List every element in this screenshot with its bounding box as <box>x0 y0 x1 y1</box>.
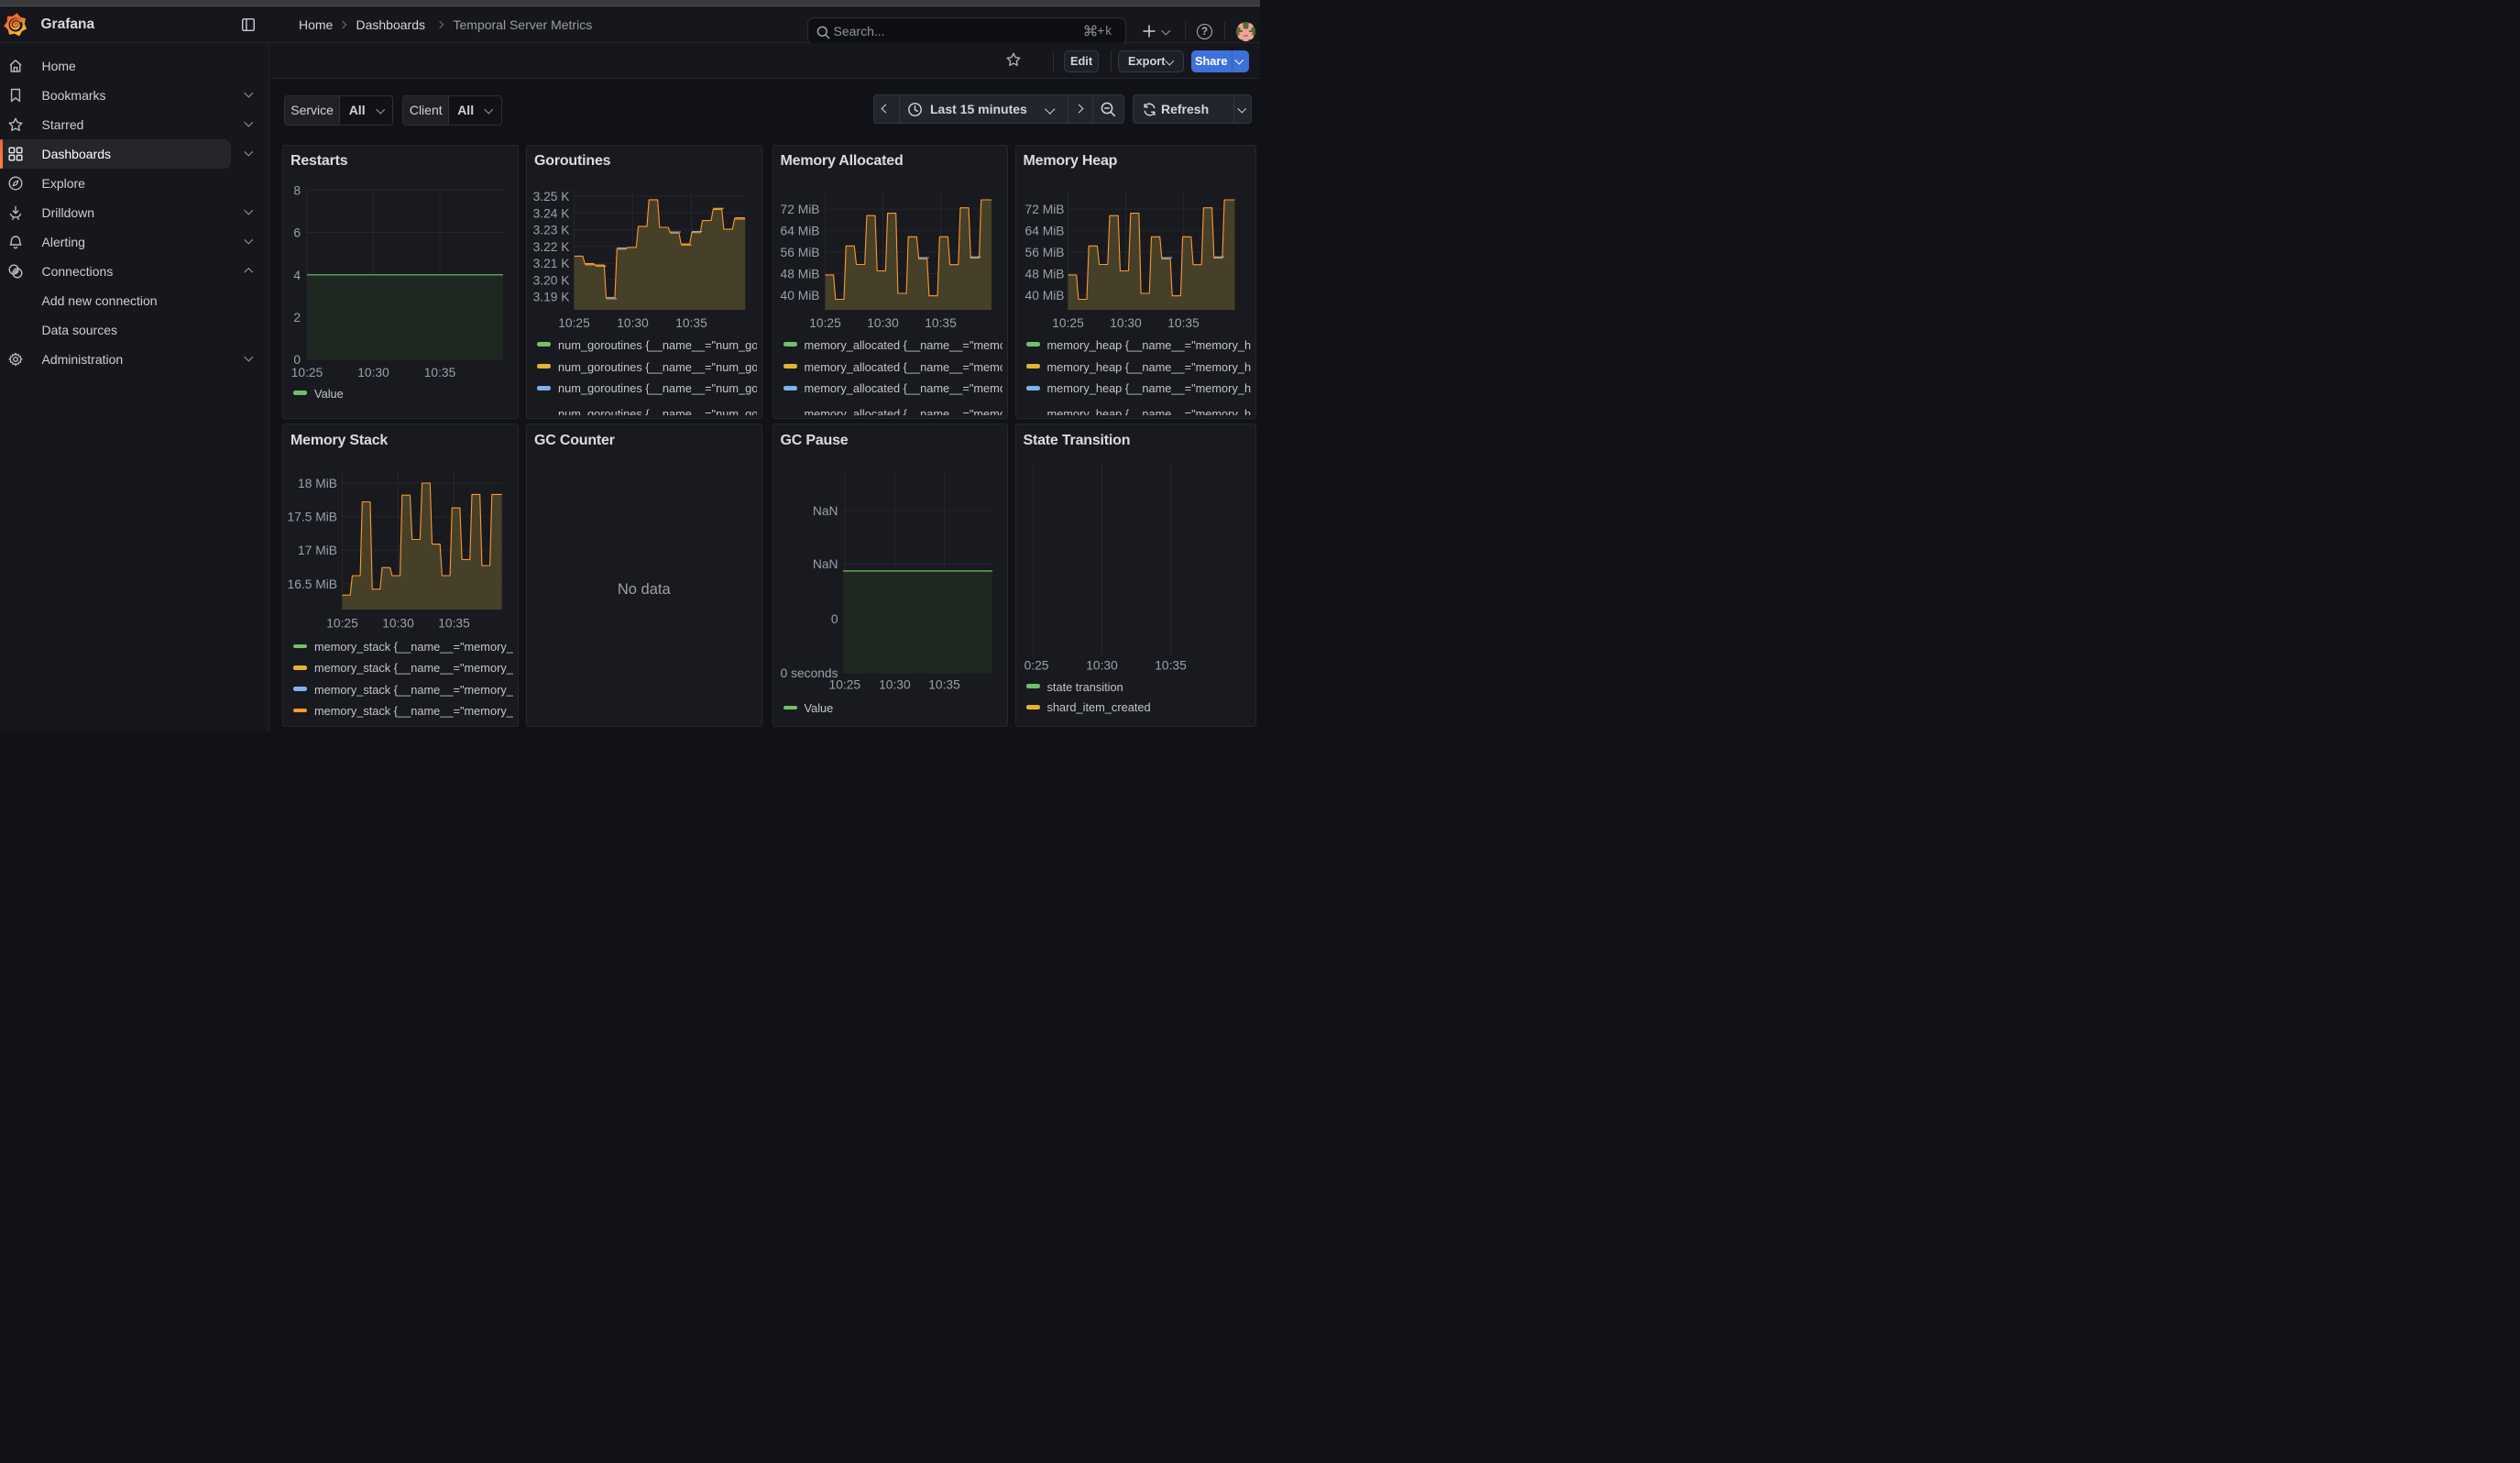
svg-text:2: 2 <box>293 311 301 324</box>
svg-text:10:35: 10:35 <box>1155 659 1187 673</box>
svg-text:17 MiB: 17 MiB <box>298 544 337 557</box>
svg-text:10:35: 10:35 <box>438 617 470 631</box>
svg-text:10:35: 10:35 <box>928 678 960 692</box>
svg-text:18 MiB: 18 MiB <box>298 477 337 490</box>
svg-text:4: 4 <box>293 268 301 281</box>
svg-text:10:30: 10:30 <box>879 678 911 692</box>
svg-text:10:30: 10:30 <box>382 617 414 631</box>
svg-text:0: 0 <box>293 353 301 367</box>
svg-text:10:30: 10:30 <box>1086 659 1118 673</box>
svg-text:10:35: 10:35 <box>424 366 456 380</box>
svg-text:10:25: 10:25 <box>828 678 860 692</box>
svg-text:10:25: 10:25 <box>326 617 358 631</box>
svg-text:NaN: NaN <box>812 504 838 518</box>
svg-text:0:25: 0:25 <box>1024 659 1048 673</box>
svg-text:10:25: 10:25 <box>291 366 323 380</box>
svg-text:8: 8 <box>293 183 301 197</box>
svg-text:NaN: NaN <box>812 557 838 571</box>
svg-text:6: 6 <box>293 226 301 239</box>
svg-text:10:30: 10:30 <box>357 366 389 380</box>
svg-text:17.5 MiB: 17.5 MiB <box>288 511 337 524</box>
svg-text:0: 0 <box>830 612 838 626</box>
svg-text:16.5 MiB: 16.5 MiB <box>288 578 337 591</box>
